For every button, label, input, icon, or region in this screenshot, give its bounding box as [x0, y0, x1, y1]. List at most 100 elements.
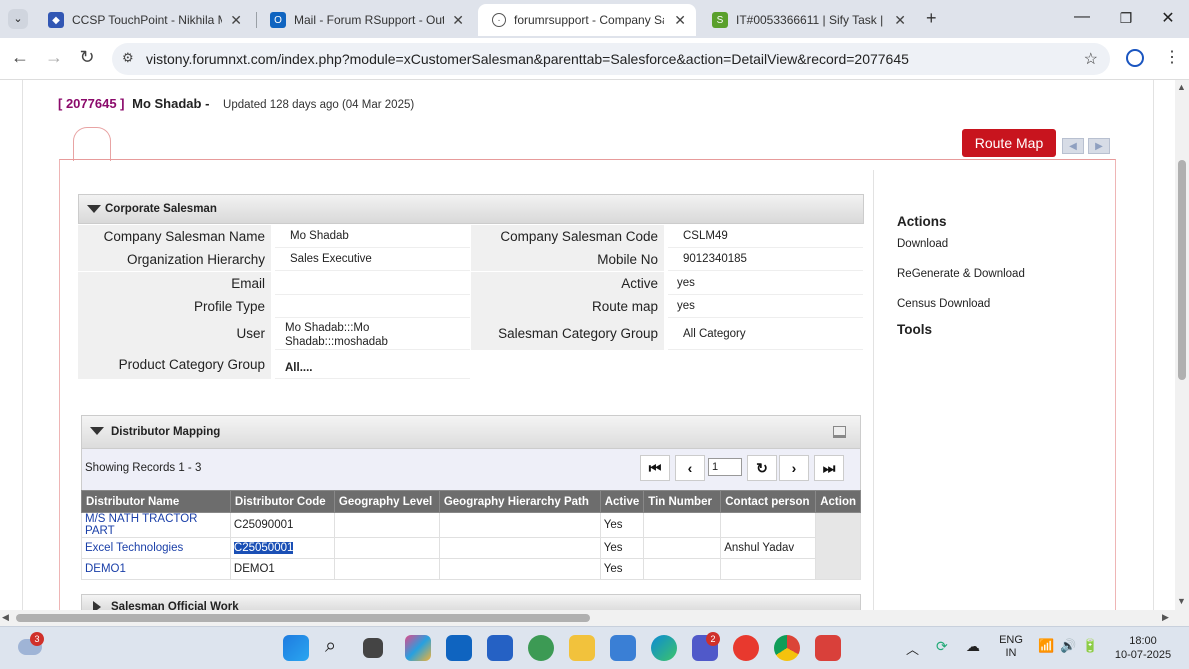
active-value: Yes [599, 512, 645, 538]
address-bar[interactable]: ⚙ vistony.forumnxt.com/index.php?module=… [112, 43, 1110, 75]
horizontal-scrollbar[interactable]: ◀ ▶ [0, 610, 1189, 626]
battery-icon[interactable]: 🔋 [1082, 638, 1098, 654]
vertical-scrollbar[interactable]: ▲ ▼ [1175, 80, 1189, 610]
expand-triangle-icon[interactable] [93, 601, 101, 610]
tab-forumrsupport[interactable]: · forumrsupport - Company Sale ✕ [478, 4, 696, 36]
reload-icon[interactable]: ↻ [75, 47, 99, 68]
notepad-icon[interactable] [610, 635, 636, 661]
close-tab-icon[interactable]: ✕ [894, 12, 906, 29]
site-settings-icon[interactable]: ⚙ [122, 50, 134, 66]
collapse-triangle-icon[interactable] [90, 427, 104, 435]
close-tab-icon[interactable]: ✕ [230, 12, 242, 29]
actions-heading: Actions [897, 214, 947, 229]
outlook-taskbar-icon[interactable] [446, 635, 472, 661]
lang-text: ENG [999, 634, 1023, 646]
label-salesman-category-group: Salesman Category Group [471, 318, 664, 350]
salesman-official-work-header[interactable]: Salesman Official Work [81, 594, 861, 610]
clock[interactable]: 18:00 10-07-2025 [1108, 634, 1178, 662]
page-content: [ 2077645 ] Mo Shadab - Updated 128 days… [0, 80, 1189, 610]
vertical-scroll-thumb[interactable] [1178, 160, 1186, 380]
vivaldi-icon[interactable] [815, 635, 841, 661]
close-tab-icon[interactable]: ✕ [452, 12, 464, 29]
horizontal-scroll-thumb[interactable] [16, 614, 590, 622]
distributor-name-link[interactable]: Excel Technologies [81, 537, 231, 559]
scroll-down-icon[interactable]: ▼ [1177, 596, 1186, 606]
census-download-link[interactable]: Census Download [897, 298, 990, 310]
route-map-button[interactable]: Route Map [962, 129, 1056, 157]
tab-ccsp[interactable]: ◆ CCSP TouchPoint - Nikhila Mall ✕ [34, 4, 252, 36]
scroll-left-icon[interactable]: ◀ [2, 612, 9, 623]
wifi-icon[interactable]: 📶 [1038, 638, 1054, 654]
tab-sify[interactable]: S IT#0053366611 | Sify Task | Serv ✕ [698, 4, 916, 36]
label-active: Active [471, 272, 664, 295]
scroll-up-icon[interactable]: ▲ [1177, 82, 1186, 92]
contact-person [720, 558, 817, 580]
col-distributor-code[interactable]: Distributor Code [229, 490, 335, 513]
volume-icon[interactable]: 🔊 [1060, 638, 1076, 654]
value-user: Mo Shadab:::Mo Shadab:::moshadab [275, 318, 470, 350]
menu-kebab-icon[interactable]: ⋮ [1164, 47, 1180, 67]
collapse-triangle-icon[interactable] [87, 205, 101, 213]
next-record-icon[interactable]: ▶ [1088, 138, 1110, 154]
last-page-icon[interactable]: ⏭ [814, 455, 844, 481]
close-window-icon[interactable]: ✕ [1158, 8, 1178, 28]
vpn-globe-icon[interactable] [528, 635, 554, 661]
new-tab-icon[interactable]: + [926, 8, 937, 29]
language-indicator[interactable]: ENG IN [996, 634, 1026, 660]
store-icon[interactable] [487, 635, 513, 661]
file-explorer-icon[interactable] [569, 635, 595, 661]
distributor-name-link[interactable]: M/S NATH TRACTOR PART [81, 512, 231, 538]
value-company-salesman-name: Mo Shadab [275, 225, 470, 248]
scroll-right-icon[interactable]: ▶ [1162, 612, 1169, 623]
detail-tab[interactable] [73, 127, 111, 161]
first-page-icon[interactable]: ⏮ [640, 455, 670, 481]
search-icon[interactable]: ⌕ [325, 635, 336, 658]
distributor-mapping-header[interactable]: Distributor Mapping [81, 415, 861, 449]
regenerate-download-link[interactable]: ReGenerate & Download [897, 268, 1025, 280]
col-geography-level[interactable]: Geography Level [333, 490, 440, 513]
bookmark-star-icon[interactable]: ☆ [1084, 49, 1098, 69]
tab-search-dropdown-icon[interactable]: ⌄ [8, 9, 28, 29]
m365-icon[interactable] [405, 635, 431, 661]
edge-icon[interactable] [651, 635, 677, 661]
download-link[interactable]: Download [897, 238, 948, 250]
chrome-icon[interactable] [774, 635, 800, 661]
showing-records: Showing Records 1 - 3 [85, 462, 202, 474]
restore-icon[interactable]: ❐ [1116, 10, 1136, 27]
minimize-panel-icon[interactable] [833, 426, 846, 438]
col-active[interactable]: Active [599, 490, 645, 513]
col-contact-person[interactable]: Contact person [720, 490, 817, 513]
close-tab-icon[interactable]: ✕ [674, 12, 686, 29]
prev-page-icon[interactable]: ‹ [675, 455, 705, 481]
geography-path [438, 558, 601, 580]
windows-start-icon[interactable] [283, 635, 309, 661]
next-page-icon[interactable]: › [779, 455, 809, 481]
action-cell [815, 512, 861, 580]
onedrive-icon[interactable]: ☁ [966, 638, 980, 655]
ccsp-favicon-icon: ◆ [48, 12, 64, 28]
back-icon[interactable]: ← [8, 47, 32, 68]
distributor-name-link[interactable]: DEMO1 [81, 558, 231, 580]
label-route-map: Route map [471, 295, 664, 318]
value-route-map: yes [668, 295, 863, 318]
corporate-salesman-header[interactable]: Corporate Salesman [78, 194, 864, 224]
col-action[interactable]: Action [815, 490, 861, 513]
col-geography-hierarchy-path[interactable]: Geography Hierarchy Path [438, 490, 601, 513]
page-number-input[interactable]: 1 [708, 458, 742, 476]
wps-icon[interactable] [733, 635, 759, 661]
col-distributor-name[interactable]: Distributor Name [81, 490, 231, 513]
show-hidden-icons[interactable]: ︿ [906, 639, 919, 658]
tab-outlook[interactable]: O Mail - Forum RSupport - Outlo ✕ [256, 4, 474, 36]
value-active: yes [668, 272, 863, 295]
record-updated: Updated 128 days ago (04 Mar 2025) [223, 99, 415, 111]
forward-icon[interactable]: → [42, 47, 66, 68]
profile-icon[interactable] [1126, 49, 1144, 67]
minimize-icon[interactable]: — [1072, 8, 1092, 26]
col-tin-number[interactable]: Tin Number [643, 490, 722, 513]
previous-record-icon[interactable]: ◀ [1062, 138, 1084, 154]
task-view-icon[interactable] [363, 638, 383, 658]
sync-icon[interactable]: ⟳ [936, 638, 948, 655]
teams-badge: 2 [706, 632, 720, 646]
refresh-icon[interactable]: ↻ [747, 455, 777, 481]
geography-level [333, 558, 440, 580]
